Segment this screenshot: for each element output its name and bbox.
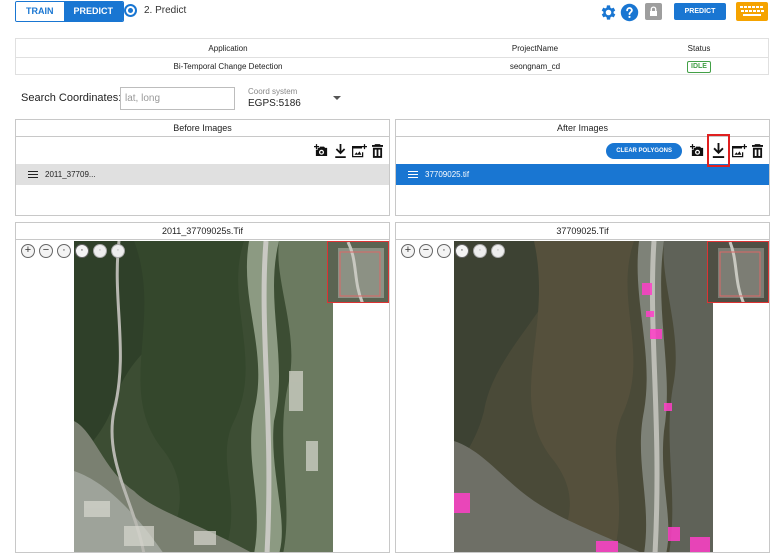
- zoom-in-icon[interactable]: +: [401, 244, 415, 258]
- after-map-title: 37709025.Tif: [396, 223, 769, 240]
- before-map-title: 2011_37709025s.Tif: [16, 223, 389, 240]
- zoom-out-icon[interactable]: −: [39, 244, 53, 258]
- zoom-out-icon[interactable]: −: [419, 244, 433, 258]
- delete-icon[interactable]: [752, 143, 763, 158]
- help-icon[interactable]: [620, 3, 639, 22]
- download-icon[interactable]: [707, 134, 730, 167]
- after-images-panel: After Images CLEAR POLYGONS 37709025.tif: [395, 119, 770, 216]
- rotate-icon[interactable]: ·: [93, 244, 107, 258]
- list-item[interactable]: 2011_37709...: [16, 164, 389, 185]
- reset-icon[interactable]: ·: [491, 244, 505, 258]
- table-header-row: Application ProjectName Status: [16, 39, 768, 57]
- pan-icon[interactable]: ·: [437, 244, 451, 258]
- coord-system-label: Coord system: [248, 87, 298, 96]
- before-satellite-image[interactable]: [74, 241, 333, 552]
- gear-icon[interactable]: [599, 3, 618, 22]
- step-label: 2. Predict: [144, 5, 187, 16]
- add-photo-icon[interactable]: [314, 143, 329, 158]
- header-status: Status: [687, 43, 711, 53]
- pan-icon[interactable]: ·: [57, 244, 71, 258]
- header-project-name: ProjectName: [511, 43, 559, 53]
- delete-icon[interactable]: [372, 143, 383, 158]
- add-image-icon[interactable]: [352, 143, 367, 158]
- add-photo-icon[interactable]: [690, 143, 705, 158]
- chevron-down-icon[interactable]: [333, 96, 341, 100]
- predict-button[interactable]: PREDICT: [674, 3, 726, 20]
- coordinates-input[interactable]: [120, 87, 235, 110]
- list-icon: [28, 171, 38, 178]
- reset-icon[interactable]: ·: [111, 244, 125, 258]
- project-name-value: seongnam_cd: [509, 62, 561, 71]
- coord-system-select[interactable]: EGPS:5186: [248, 98, 301, 109]
- keyboard-button[interactable]: [736, 2, 768, 21]
- zoom-in-icon[interactable]: +: [21, 244, 35, 258]
- before-toolbar: [16, 137, 389, 164]
- after-images-title: After Images: [396, 120, 769, 137]
- map-controls: + − · · · ·: [21, 244, 125, 258]
- clear-polygons-button[interactable]: CLEAR POLYGONS: [606, 142, 682, 159]
- step-indicator[interactable]: 2. Predict: [124, 4, 186, 17]
- after-map-panel: 37709025.Tif + − · · · ·: [395, 222, 770, 553]
- before-images-title: Before Images: [16, 120, 389, 137]
- rotate-icon[interactable]: ·: [473, 244, 487, 258]
- lock-button[interactable]: [645, 3, 662, 20]
- after-item-label: 37709025.tif: [425, 170, 470, 179]
- train-toggle-button[interactable]: TRAIN: [16, 2, 64, 21]
- map-controls: + − · · · ·: [401, 244, 505, 258]
- list-item[interactable]: 37709025.tif: [396, 164, 769, 185]
- predict-toggle-button[interactable]: PREDICT: [63, 2, 124, 21]
- overview-minimap[interactable]: [327, 241, 389, 303]
- header-application: Application: [208, 43, 248, 53]
- after-toolbar: CLEAR POLYGONS: [396, 134, 769, 167]
- before-map-panel: 2011_37709025s.Tif + − · · · ·: [15, 222, 390, 553]
- application-value: Bi-Temporal Change Detection: [173, 62, 283, 71]
- table-row: Bi-Temporal Change Detection seongnam_cd…: [16, 57, 768, 75]
- search-coordinates-label: Search Coordinates:: [21, 92, 122, 104]
- fit-icon[interactable]: ·: [455, 244, 469, 258]
- before-item-label: 2011_37709...: [45, 170, 96, 179]
- radio-selected-icon[interactable]: [124, 4, 137, 17]
- keyboard-icon: [740, 6, 764, 16]
- status-badge: IDLE: [687, 60, 711, 73]
- mode-toggle: TRAIN PREDICT: [15, 1, 125, 22]
- lock-icon: [650, 6, 657, 16]
- project-info-table: Application ProjectName Status Bi-Tempor…: [15, 38, 769, 75]
- before-images-panel: Before Images 2011_37709...: [15, 119, 390, 216]
- fit-icon[interactable]: ·: [75, 244, 89, 258]
- after-satellite-image[interactable]: [454, 241, 713, 552]
- status-cell: IDLE: [630, 60, 768, 73]
- list-icon: [408, 171, 418, 178]
- add-image-icon[interactable]: [732, 143, 747, 158]
- download-icon[interactable]: [334, 143, 347, 158]
- overview-minimap[interactable]: [707, 241, 769, 303]
